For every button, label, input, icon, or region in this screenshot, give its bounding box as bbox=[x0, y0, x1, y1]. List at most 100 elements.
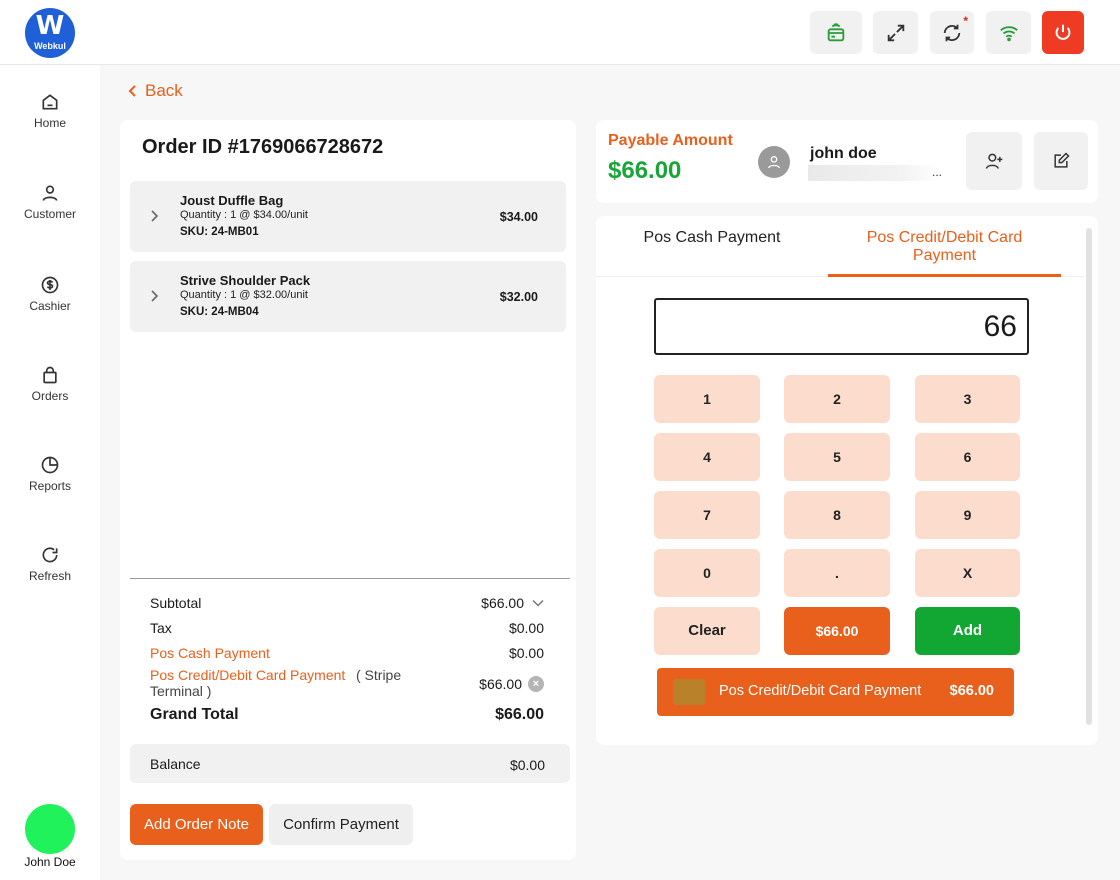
sync-icon bbox=[943, 24, 961, 41]
keypad-key-4[interactable]: 4 bbox=[654, 433, 760, 481]
sidebar-item-reports[interactable]: Reports bbox=[0, 455, 100, 493]
scrollbar[interactable] bbox=[1086, 228, 1092, 725]
tab-cash-payment[interactable]: Pos Cash Payment bbox=[596, 216, 828, 277]
sidebar-item-label: Orders bbox=[31, 389, 69, 403]
wifi-icon bbox=[999, 25, 1018, 41]
confirm-payment-button[interactable]: Confirm Payment bbox=[269, 804, 413, 845]
sidebar-item-home[interactable]: Home bbox=[0, 92, 100, 130]
back-link[interactable]: Back bbox=[127, 81, 183, 101]
item-price: $34.00 bbox=[499, 210, 538, 224]
amount-input[interactable]: 66 bbox=[654, 298, 1029, 355]
order-item[interactable]: Joust Duffle Bag Quantity : 1 @ $34.00/u… bbox=[130, 181, 566, 252]
item-sku: SKU: 24-MB04 bbox=[180, 306, 259, 318]
add-customer-button[interactable] bbox=[966, 132, 1022, 190]
keypad-key-2[interactable]: 2 bbox=[784, 375, 890, 423]
card-method-icon bbox=[673, 679, 705, 705]
customer-name: john doe bbox=[810, 145, 877, 162]
tab-card-label-cont: Payment bbox=[912, 247, 977, 264]
clear-button[interactable]: Clear bbox=[654, 607, 760, 655]
top-bar: W Webkul * bbox=[0, 0, 1120, 65]
pie-chart-icon bbox=[41, 456, 59, 474]
item-price: $32.00 bbox=[499, 290, 538, 304]
subtotal-label: Subtotal bbox=[150, 595, 202, 611]
logo-text: Webkul bbox=[34, 41, 66, 51]
tax-label: Tax bbox=[150, 620, 172, 636]
edit-customer-button[interactable] bbox=[1034, 132, 1088, 190]
keypad-key-3[interactable]: 3 bbox=[915, 375, 1020, 423]
keypad-key-decimal[interactable]: . bbox=[784, 549, 890, 597]
sync-alert-icon: * bbox=[963, 14, 968, 28]
card-payment-label: Pos Credit/Debit Card Payment bbox=[150, 667, 346, 683]
sync-button[interactable]: * bbox=[930, 11, 974, 54]
card-payment-note: ( Stripe bbox=[356, 667, 402, 683]
item-name: Joust Duffle Bag bbox=[180, 193, 284, 208]
customer-avatar bbox=[758, 146, 790, 178]
home-icon bbox=[42, 94, 58, 110]
keypad-key-backspace[interactable]: X bbox=[915, 549, 1020, 597]
grand-total-label: Grand Total bbox=[150, 706, 239, 723]
payable-panel: Payable Amount $66.00 john doe ... bbox=[596, 120, 1098, 203]
chevron-left-icon bbox=[128, 85, 136, 97]
applied-payment-line[interactable]: Pos Credit/Debit Card Payment $66.00 bbox=[657, 668, 1014, 716]
user-avatar[interactable] bbox=[25, 804, 75, 854]
bag-icon bbox=[43, 366, 57, 384]
add-order-note-button[interactable]: Add Order Note bbox=[130, 804, 263, 845]
keypad-key-8[interactable]: 8 bbox=[784, 491, 890, 539]
cash-payment-label: Pos Cash Payment bbox=[150, 645, 270, 661]
tab-underline bbox=[1061, 276, 1083, 277]
keypad-key-6[interactable]: 6 bbox=[915, 433, 1020, 481]
card-reader-button[interactable] bbox=[810, 11, 862, 54]
dollar-icon bbox=[41, 276, 59, 294]
payment-panel: Pos Cash Payment Pos Credit/Debit Card P… bbox=[596, 216, 1098, 745]
cash-payment-value: $0.00 bbox=[508, 645, 544, 661]
sidebar-item-label: Reports bbox=[28, 479, 72, 493]
balance-row: Balance $0.00 bbox=[130, 744, 570, 783]
keypad-key-5[interactable]: 5 bbox=[784, 433, 890, 481]
applied-payment-label: Pos Credit/Debit Card Payment bbox=[719, 683, 922, 699]
payable-amount: $66.00 bbox=[608, 157, 682, 184]
power-button[interactable] bbox=[1042, 11, 1084, 54]
tab-card-label: Pos Credit/Debit Card bbox=[866, 229, 1023, 246]
webkul-logo[interactable]: W Webkul bbox=[25, 8, 75, 58]
tax-value: $0.00 bbox=[508, 620, 544, 636]
summary-divider bbox=[130, 578, 570, 579]
back-label: Back bbox=[145, 81, 183, 100]
item-quantity: Quantity : 1 @ $32.00/unit bbox=[180, 289, 308, 301]
keypad-key-0[interactable]: 0 bbox=[654, 549, 760, 597]
balance-value: $0.00 bbox=[509, 757, 545, 773]
order-title: Order ID #1769066728672 bbox=[142, 136, 384, 158]
order-item[interactable]: Strive Shoulder Pack Quantity : 1 @ $32.… bbox=[130, 261, 566, 332]
user-icon bbox=[768, 156, 780, 169]
user-name: John Doe bbox=[24, 855, 76, 869]
sidebar-item-label: Customer bbox=[23, 207, 76, 221]
sidebar-item-label: Home bbox=[33, 116, 66, 130]
sidebar-item-cashier[interactable]: Cashier bbox=[0, 275, 100, 313]
item-sku: SKU: 24-MB01 bbox=[180, 226, 259, 238]
wifi-button[interactable] bbox=[986, 11, 1031, 54]
keypad-key-7[interactable]: 7 bbox=[654, 491, 760, 539]
chevron-right-icon[interactable] bbox=[149, 289, 159, 303]
tab-card-payment[interactable]: Pos Credit/Debit Card Payment bbox=[828, 216, 1061, 277]
keypad-key-9[interactable]: 9 bbox=[915, 491, 1020, 539]
sidebar-item-orders[interactable]: Orders bbox=[0, 365, 100, 403]
card-reader-icon bbox=[827, 22, 845, 41]
chevron-right-icon[interactable] bbox=[149, 209, 159, 223]
quick-amount-button[interactable]: $66.00 bbox=[784, 607, 890, 655]
applied-payment-amount: $66.00 bbox=[949, 683, 994, 699]
sidebar: Home Customer Cashier Orders Reports Ref… bbox=[0, 65, 100, 880]
subtotal-value: $66.00 bbox=[481, 595, 524, 611]
edit-icon bbox=[1054, 152, 1070, 168]
add-payment-button[interactable]: Add bbox=[915, 607, 1020, 655]
balance-label: Balance bbox=[150, 756, 201, 772]
card-payment-note-cont: Terminal ) bbox=[150, 683, 212, 699]
keypad-key-1[interactable]: 1 bbox=[654, 375, 760, 423]
order-panel: Order ID #1769066728672 Joust Duffle Bag… bbox=[120, 120, 576, 860]
payable-label: Payable Amount bbox=[608, 132, 733, 149]
expand-icon bbox=[887, 24, 904, 41]
sidebar-item-label: Cashier bbox=[29, 299, 71, 313]
sidebar-item-refresh[interactable]: Refresh bbox=[0, 545, 100, 583]
sidebar-item-customer[interactable]: Customer bbox=[0, 183, 100, 221]
chevron-down-icon[interactable] bbox=[532, 599, 544, 607]
remove-payment-icon[interactable]: × bbox=[528, 676, 544, 692]
fullscreen-button[interactable] bbox=[873, 11, 918, 54]
